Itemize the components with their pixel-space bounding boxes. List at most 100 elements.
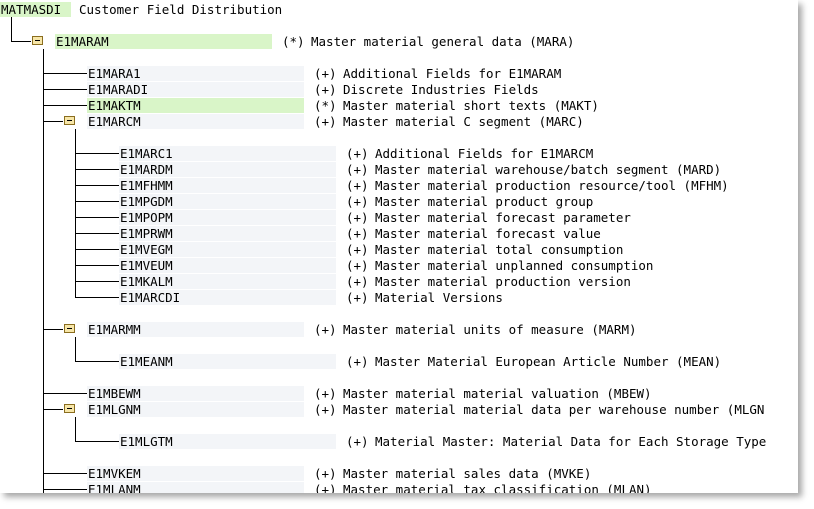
segment-status: (+) — [314, 402, 337, 417]
tree-connector — [75, 201, 119, 202]
tree-connector — [11, 17, 12, 41]
tree-connector — [43, 393, 87, 394]
segment-name[interactable]: E1MVEUM — [119, 258, 173, 273]
tree-connector — [75, 233, 119, 234]
segment-name[interactable]: E1MARCDI — [119, 290, 180, 305]
folder-open-icon[interactable] — [64, 404, 75, 413]
segment-name[interactable]: E1MARAM — [55, 34, 109, 49]
segment-name[interactable]: E1MVEGM — [119, 242, 173, 257]
tree-connector — [43, 49, 44, 493]
segment-status: (+) — [346, 290, 369, 305]
segment-description: Master material units of measure (MARM) — [343, 322, 637, 337]
tree-connector — [75, 129, 76, 297]
segment-name[interactable]: E1MLANM — [87, 482, 141, 493]
segment-status: (+) — [346, 194, 369, 209]
segment-description: Material Master: Material Data for Each … — [375, 434, 767, 449]
tree-connector — [43, 329, 63, 330]
segment-description: Master material unplanned consumption — [375, 258, 654, 273]
segment-description: Master material short texts (MAKT) — [343, 98, 599, 113]
segment-description: Master material warehouse/batch segment … — [375, 162, 722, 177]
segment-name[interactable]: E1MARDM — [119, 162, 173, 177]
segment-status: (+) — [314, 82, 337, 97]
segment-status: (+) — [346, 226, 369, 241]
segment-status: (+) — [346, 146, 369, 161]
segment-status: (+) — [314, 114, 337, 129]
segment-name[interactable]: E1MARCM — [87, 114, 141, 129]
folder-open-icon[interactable] — [32, 36, 43, 45]
tree-connector — [75, 185, 119, 186]
segment-description: Master material material valuation (MBEW… — [343, 386, 652, 401]
segment-status: (*) — [314, 98, 337, 113]
folder-open-icon[interactable] — [64, 116, 75, 125]
segment-description: Master Material European Article Number … — [375, 354, 722, 369]
segment-description: Master material forecast value — [375, 226, 601, 241]
segment-name[interactable]: E1MARMM — [87, 322, 141, 337]
tree-connector — [75, 153, 119, 154]
segment-name[interactable]: E1MPGDM — [119, 194, 173, 209]
segment-description: Master material material data per wareho… — [343, 402, 765, 417]
segment-name[interactable]: E1MBEWM — [87, 386, 141, 401]
segment-description: Material Versions — [375, 290, 503, 305]
segment-name[interactable]: E1MPOPM — [119, 210, 173, 225]
segment-name[interactable]: E1MARA1 — [87, 66, 141, 81]
segment-status: (+) — [346, 434, 369, 449]
segment-name[interactable]: E1MEANM — [119, 354, 173, 369]
segment-status: (+) — [314, 482, 337, 493]
segment-status: (+) — [346, 178, 369, 193]
folder-open-icon[interactable] — [64, 324, 75, 333]
idoc-structure-tree: MATMASDI Customer Field Distribution E1M… — [0, 0, 798, 493]
segment-name[interactable]: E1MKALM — [119, 274, 173, 289]
segment-description: Master material production version — [375, 274, 631, 289]
tree-connector — [43, 121, 63, 122]
tree-connector — [43, 89, 87, 90]
segment-status: (+) — [314, 322, 337, 337]
segment-status: (+) — [346, 162, 369, 177]
segment-name[interactable]: E1MPRWM — [119, 226, 173, 241]
segment-description: Additional Fields for E1MARAM — [343, 66, 562, 81]
segment-status: (+) — [346, 210, 369, 225]
tree-connector — [75, 249, 119, 250]
segment-status: (+) — [346, 242, 369, 257]
segment-status: (*) — [282, 34, 305, 49]
root-node-description: Customer Field Distribution — [79, 2, 283, 17]
segment-description: Master material tax classification (MLAN… — [343, 482, 652, 493]
tree-connector — [75, 297, 119, 298]
tree-connector — [43, 489, 87, 490]
tree-connector — [43, 473, 87, 474]
segment-name[interactable]: E1MVKEM — [87, 466, 141, 481]
segment-description: Master material product group — [375, 194, 594, 209]
tree-connector — [75, 417, 76, 441]
segment-name[interactable]: E1MLGTM — [119, 434, 173, 449]
segment-description: Master material total consumption — [375, 242, 624, 257]
segment-status: (+) — [346, 354, 369, 369]
segment-name[interactable]: E1MFHMM — [119, 178, 173, 193]
segment-description: Master material forecast parameter — [375, 210, 631, 225]
segment-name[interactable]: E1MLGNM — [87, 402, 141, 417]
tree-connector — [43, 105, 87, 106]
tree-connector — [75, 441, 119, 442]
tree-connector — [43, 73, 87, 74]
segment-status: (+) — [314, 466, 337, 481]
tree-connector — [75, 265, 119, 266]
segment-description: Additional Fields for E1MARCM — [375, 146, 594, 161]
segment-description: Master material production resource/tool… — [375, 178, 729, 193]
segment-name[interactable]: E1MARADI — [87, 82, 148, 97]
segment-name[interactable]: E1MAKTM — [87, 98, 141, 113]
segment-status: (+) — [314, 66, 337, 81]
segment-status: (+) — [346, 258, 369, 273]
segment-status: (+) — [346, 274, 369, 289]
segment-description: Master material general data (MARA) — [311, 34, 575, 49]
tree-connector — [75, 217, 119, 218]
tree-connector — [11, 41, 31, 42]
tree-connector — [75, 169, 119, 170]
tree-connector — [75, 361, 119, 362]
segment-description: Master material C segment (MARC) — [343, 114, 584, 129]
tree-connector — [75, 337, 76, 361]
root-node-name[interactable]: MATMASDI — [0, 2, 61, 17]
tree-connector — [43, 409, 63, 410]
segment-name[interactable]: E1MARC1 — [119, 146, 173, 161]
segment-status: (+) — [314, 386, 337, 401]
tree-connector — [75, 281, 119, 282]
segment-description: Discrete Industries Fields — [343, 82, 539, 97]
segment-description: Master material sales data (MVKE) — [343, 466, 592, 481]
